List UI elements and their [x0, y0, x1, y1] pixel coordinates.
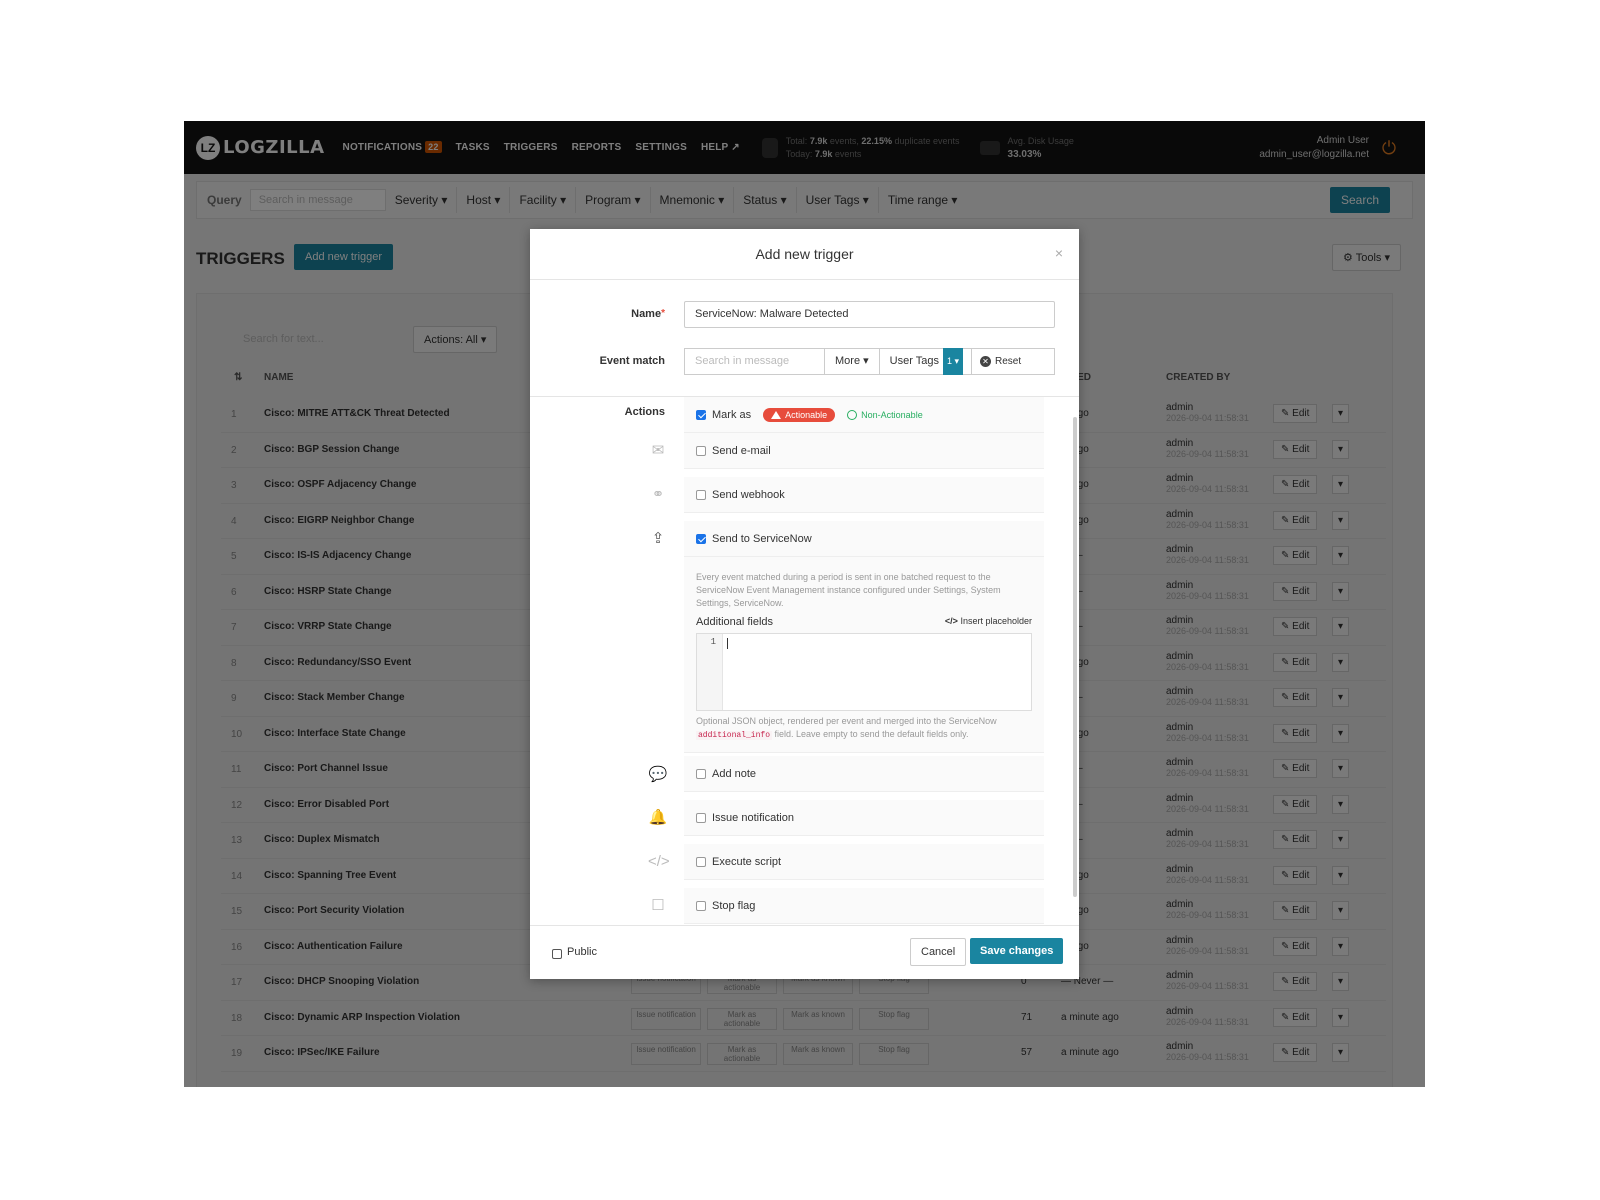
name-input[interactable]: ServiceNow: Malware Detected	[684, 301, 1055, 328]
event-match-input[interactable]: Search in message	[685, 349, 825, 374]
public-toggle[interactable]: Public	[552, 946, 597, 959]
mark-as-row: Mark as Actionable Non-Actionable	[684, 397, 1044, 433]
modal-scrollbar[interactable]	[1073, 417, 1077, 897]
webhook-icon: ⚭	[651, 486, 665, 503]
send-webhook-row[interactable]: Send webhook	[684, 477, 1044, 513]
code-icon: </>	[944, 616, 958, 626]
envelope-icon: ✉	[651, 442, 665, 459]
modal-footer: Public Cancel Save changes	[530, 925, 1079, 979]
send-servicenow-row[interactable]: Send to ServiceNow	[684, 521, 1044, 557]
event-match-label: Event match	[599, 355, 665, 367]
insert-placeholder-button[interactable]: </> Insert placeholder	[945, 616, 1032, 628]
user-tags-dropdown[interactable]: User Tags 1 ▾	[880, 348, 973, 375]
unlock-icon	[552, 949, 562, 959]
modal-body: Actions Mark as Actionable Non-Actionabl…	[530, 397, 1079, 925]
bell-icon: 🔔	[648, 809, 668, 826]
actions-label: Actions	[624, 406, 665, 418]
upload-icon: ⇪	[651, 530, 665, 547]
send-email-checkbox[interactable]	[696, 445, 706, 456]
additional-fields-label: Additional fields	[696, 616, 774, 628]
non-actionable-option[interactable]: Non-Actionable	[847, 409, 923, 420]
additional-fields-editor[interactable]: 1	[696, 633, 1032, 711]
execute-script-checkbox[interactable]	[696, 856, 706, 867]
reset-icon: ✕	[980, 356, 992, 367]
editor-cursor	[727, 638, 728, 649]
send-servicenow-checkbox[interactable]	[696, 533, 706, 544]
issue-notification-row[interactable]: Issue notification	[684, 800, 1044, 836]
user-tags-count: 1 ▾	[942, 348, 964, 375]
warning-icon	[771, 410, 782, 419]
servicenow-panel: Every event matched during a period is s…	[684, 557, 1044, 753]
add-note-checkbox[interactable]	[696, 768, 706, 779]
issue-notification-checkbox[interactable]	[696, 812, 706, 823]
send-email-row[interactable]: Send e-mail	[684, 433, 1044, 469]
stop-square-icon: ☐	[651, 897, 665, 914]
actionable-pill[interactable]: Actionable	[763, 407, 836, 422]
add-note-row[interactable]: Add note	[684, 756, 1044, 792]
stop-flag-row[interactable]: Stop flag	[684, 888, 1044, 924]
cancel-button[interactable]: Cancel	[910, 938, 967, 966]
stop-flag-checkbox[interactable]	[696, 900, 706, 911]
speech-bubble-icon: 💬	[648, 766, 668, 783]
mark-as-checkbox[interactable]	[696, 409, 706, 420]
check-circle-icon	[847, 409, 858, 420]
add-trigger-modal: Add new trigger × Name* ServiceNow: Malw…	[530, 229, 1079, 979]
additional-fields-header: Additional fields </> Insert placeholder	[696, 616, 1032, 628]
modal-title: Add new trigger	[755, 246, 854, 262]
servicenow-description: Every event matched during a period is s…	[696, 572, 1001, 608]
name-label: Name*	[631, 308, 665, 320]
event-match-group: Search in message More ▾ User Tags 1 ▾ ✕ R…	[684, 348, 1055, 375]
save-changes-button[interactable]: Save changes	[970, 938, 1064, 964]
editor-gutter: 1	[697, 634, 723, 710]
send-webhook-checkbox[interactable]	[696, 489, 706, 500]
additional-fields-help: Optional JSON object, rendered per event…	[696, 716, 997, 740]
app-window: LZ LOGZILLA NOTIFICATIONS22 TASKS TRIGGE…	[184, 121, 1425, 1087]
modal-header: Add new trigger ×	[530, 229, 1079, 280]
code-icon: </>	[648, 853, 670, 870]
execute-script-row[interactable]: Execute script	[684, 844, 1044, 880]
more-dropdown[interactable]: More ▾	[825, 349, 880, 374]
close-icon[interactable]: ×	[1055, 245, 1063, 261]
reset-button[interactable]: ✕ Reset	[972, 356, 1029, 367]
